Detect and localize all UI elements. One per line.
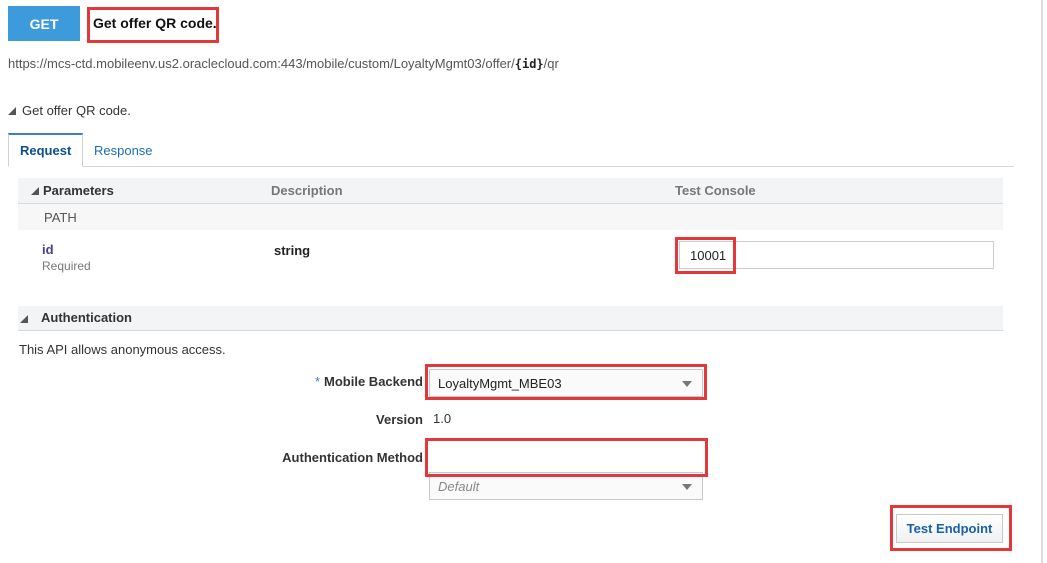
- tab-request[interactable]: Request: [8, 133, 83, 167]
- chevron-down-icon: [682, 484, 692, 490]
- authentication-header: Authentication: [18, 306, 1003, 331]
- description-text: Get offer QR code.: [22, 103, 131, 118]
- mobile-backend-label-text: Mobile Backend: [324, 374, 423, 389]
- version-value: 1.0: [433, 411, 452, 426]
- description-toggle[interactable]: Get offer QR code.: [8, 103, 131, 118]
- url-suffix: /qr: [543, 56, 559, 71]
- column-test-console: Test Console: [675, 183, 756, 198]
- highlight-box-summary: [87, 7, 219, 43]
- highlight-box-test-endpoint: [890, 505, 1012, 551]
- param-required-label: Required: [42, 259, 91, 273]
- tab-response[interactable]: Response: [83, 133, 164, 167]
- mobile-backend-label: * Mobile Backend: [280, 374, 423, 389]
- version-label: Version: [376, 412, 423, 427]
- anonymous-access-note: This API allows anonymous access.: [19, 342, 226, 357]
- authentication-title: Authentication: [41, 310, 132, 325]
- auth-method-value: Default: [438, 478, 480, 494]
- column-description: Description: [271, 183, 343, 198]
- endpoint-url: https://mcs-ctd.mobileenv.us2.oracleclou…: [8, 56, 559, 71]
- url-path-param: {id}: [514, 57, 544, 71]
- path-group-label: PATH: [44, 210, 77, 225]
- param-name: id: [42, 242, 54, 257]
- authentication-collapse-icon[interactable]: [20, 315, 28, 323]
- collapse-triangle-icon: [8, 106, 16, 115]
- http-method-badge[interactable]: GET: [8, 6, 80, 41]
- url-prefix: https://mcs-ctd.mobileenv.us2.oracleclou…: [8, 56, 515, 71]
- page-edge-divider: [1041, 0, 1043, 563]
- highlight-box-mobile-backend: [425, 364, 707, 400]
- param-type: string: [274, 243, 311, 258]
- auth-method-label: Authentication Method: [282, 450, 423, 465]
- column-parameters: Parameters: [43, 183, 114, 198]
- parameters-collapse-icon[interactable]: [31, 187, 39, 195]
- highlight-box-auth-method: [425, 438, 708, 477]
- highlight-box-id-input: [675, 237, 736, 274]
- parameters-header: Parameters Description Test Console: [18, 178, 1003, 204]
- required-marker: *: [314, 374, 321, 389]
- path-group-row: PATH: [18, 204, 1003, 230]
